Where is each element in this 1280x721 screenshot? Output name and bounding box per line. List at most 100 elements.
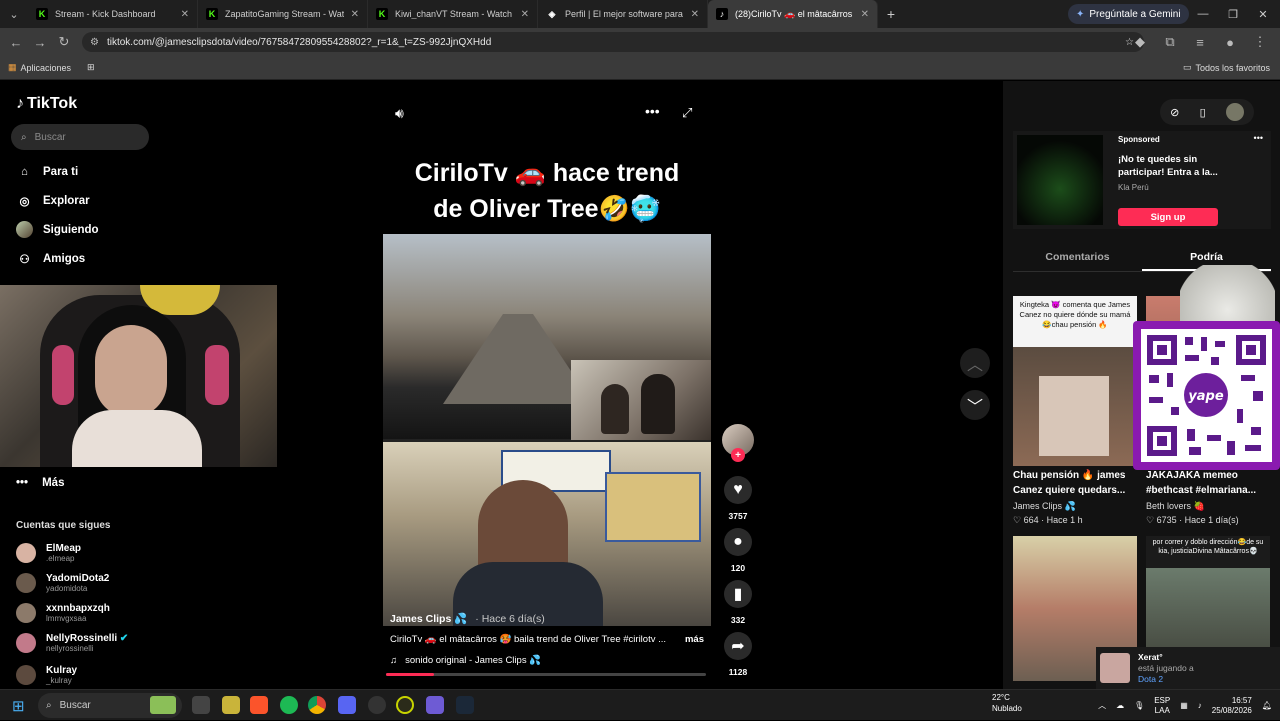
steam-icon[interactable] [456,696,474,714]
friend-activity-toast[interactable]: Xerat° está jugando a Dota 2 [1096,647,1280,689]
video-author[interactable]: James Clips 💦 [390,612,467,625]
device-icon[interactable]: ▯ [1200,106,1206,119]
follow-plus-icon[interactable]: + [731,448,745,462]
notes-app-icon[interactable] [222,696,240,714]
more-options-icon[interactable]: ••• [645,103,660,119]
clock[interactable]: 16:57 25/08/2026 [1212,696,1252,716]
chevron-up-icon[interactable]: ︿ [1098,700,1106,711]
toast-status: está jugando a [1138,662,1194,673]
tab-zapatito[interactable]: K ZapatitoGaming Stream - Watch ✕ [198,0,368,28]
video-sound-row[interactable]: ♫ sonido original - James Clips 💦 [390,655,541,666]
app-icon[interactable] [396,696,414,714]
spotify-icon[interactable] [280,696,298,714]
tab-kick-dashboard[interactable]: K Stream - Kick Dashboard ✕ [28,0,198,28]
friends-icon: ⚇ [19,253,30,266]
video-top-scene [383,234,711,440]
maximize-button[interactable]: ❐ [1218,0,1248,28]
all-bookmarks[interactable]: ▭ Todos los favoritos [1175,62,1278,73]
obs-icon[interactable] [368,696,386,714]
chrome-icon[interactable] [308,696,326,714]
weather-widget[interactable]: 22°C Nublado [992,692,1022,714]
gemini-button[interactable]: ✦ Pregúntale a Gemini [1068,4,1189,24]
close-window-button[interactable]: ✕ [1248,0,1278,28]
share-button[interactable]: ➦ [724,632,752,660]
following-item[interactable]: ElMeap .elmeap [16,543,81,563]
close-icon[interactable]: ✕ [181,9,189,20]
video-player[interactable] [383,234,711,626]
close-icon[interactable]: ✕ [351,9,359,20]
apps-bookmark[interactable]: ▦ Aplicaciones [0,62,79,73]
nav-explorar[interactable]: ◎ Explorar [16,192,90,209]
close-icon[interactable]: ✕ [521,9,529,20]
brave-icon[interactable] [250,696,268,714]
taskbar-search[interactable]: ⌕ Buscar [38,693,182,718]
tab-perfil[interactable]: ◈ Perfil | El mejor software para p ✕ [538,0,708,28]
user-avatar[interactable] [1225,103,1244,121]
following-item[interactable]: YadomiDota2 yadomidota [16,573,109,593]
site-info-icon[interactable]: ⚙ [90,37,99,48]
language-region: LAA [1154,705,1170,715]
nav-amigos[interactable]: ⚇ Amigos [16,250,85,267]
new-tab-button[interactable]: + [878,6,904,22]
tab-groups-icon[interactable]: ⊞ [79,62,103,73]
address-bar[interactable]: ⚙ tiktok.com/@jamesclipsdota/video/76758… [82,32,1144,52]
ad-more-icon[interactable]: ••• [1254,133,1263,143]
notification-bell-icon[interactable]: 🔔︎ [1262,701,1272,710]
following-item[interactable]: NellyRossinelli ✔ nellyrossinelli [16,633,128,653]
puzzle-icon[interactable]: ⧉ [1158,30,1182,54]
chevron-down-icon: ﹀ [966,399,983,416]
nav-para-ti[interactable]: ⌂ Para ti [16,163,78,180]
following-item[interactable]: xxnnbapxzqh lmmvgxsaa [16,603,110,623]
comment-button[interactable]: ● [724,528,752,556]
close-icon[interactable]: ✕ [691,9,699,20]
recommended-video-card[interactable]: Kingteka 😈 comenta que James Canez no qu… [1013,296,1137,526]
sponsored-ad[interactable]: Sponsored ••• ¡No te quedes sin particip… [1013,131,1271,229]
tab-kiwi[interactable]: K Kiwi_chanVT Stream - Watch Li ✕ [368,0,538,28]
video-progress-bar[interactable] [386,673,706,676]
nav-mas[interactable]: ••• Más [16,477,64,489]
home-icon: ⌂ [21,165,28,178]
reload-button[interactable]: ↻ [52,30,76,54]
compass-small-icon[interactable]: ⊘ [1170,106,1179,119]
music-note-icon: ♫ [390,655,398,666]
menu-icon[interactable]: ⋮ [1248,30,1272,54]
previous-video-button[interactable]: ︿ [960,348,990,378]
speaker-icon[interactable]: ♪ [1198,701,1202,710]
more-link[interactable]: más [685,634,704,645]
save-button[interactable]: ▮ [724,580,752,608]
windows-start-icon[interactable]: ⊞ [12,697,25,715]
nav-label: Explorar [43,194,90,207]
search-icon: ⌕ [46,700,52,711]
language-indicator[interactable]: ESP LAA [1154,696,1170,716]
tab-tiktok[interactable]: ♪ (28)CiriloTv 🚗 el mâtacârros 🥵 ✕ [708,0,878,28]
tab-search-icon[interactable]: ⌄ [0,0,28,28]
next-video-button[interactable]: ﹀ [960,390,990,420]
following-item[interactable]: Kulray _kulray [16,665,77,685]
fullscreen-icon[interactable]: ⤢ [682,105,692,121]
tab-comentarios[interactable]: Comentarios [1013,244,1142,271]
search-input[interactable]: ⌕ Buscar [11,124,149,150]
minimize-button[interactable]: — [1188,0,1218,28]
person [641,374,675,434]
back-button[interactable]: ← [4,30,28,54]
ad-signup-button[interactable]: Sign up [1118,208,1218,226]
volume-icon[interactable]: 🔊︎ [395,105,404,122]
close-icon[interactable]: ✕ [861,9,869,20]
cloud-icon[interactable]: ☁ [1116,701,1124,710]
discord-icon[interactable] [338,696,356,714]
avatar [16,665,36,685]
app-icon[interactable] [426,696,444,714]
extension-icon[interactable]: ◆ [1128,30,1152,54]
avatar [16,633,36,653]
microphone-icon[interactable]: 🎙︎ [1134,701,1144,710]
folder-icon: ▭ [1182,62,1192,72]
network-icon[interactable]: ▦ [1180,701,1188,710]
forward-button[interactable]: → [28,30,52,54]
nav-siguiendo[interactable]: Siguiendo [16,221,99,238]
like-button[interactable]: ♥ [724,476,752,504]
nav-label: Más [42,477,65,489]
tiktok-logo[interactable]: ♪ TikTok [16,95,77,113]
profile-icon[interactable]: ● [1218,30,1242,54]
media-icon[interactable]: ≡ [1188,30,1212,54]
task-view-icon[interactable] [192,696,210,714]
